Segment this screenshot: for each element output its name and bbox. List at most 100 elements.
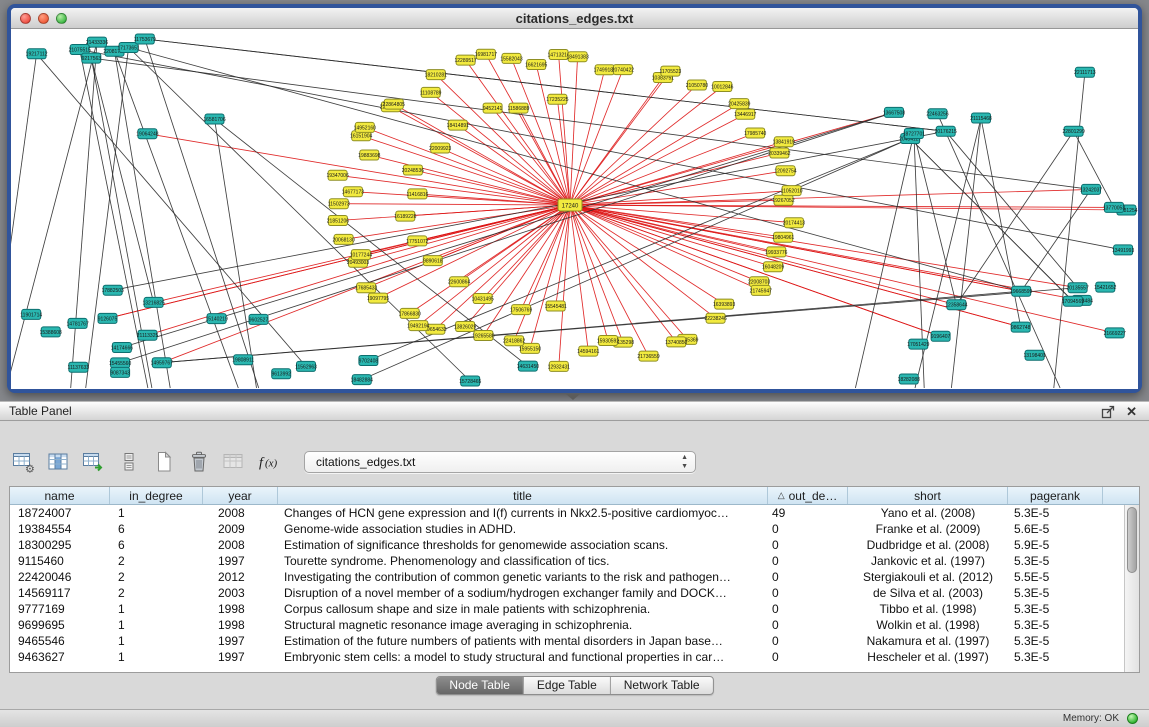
- graph-node[interactable]: 19267052: [772, 195, 794, 205]
- graph-node[interactable]: 22463256: [926, 109, 948, 119]
- graph-node[interactable]: 14677173: [342, 187, 364, 197]
- graph-node[interactable]: 9602527: [249, 314, 269, 324]
- graph-node[interactable]: 13740850: [665, 337, 687, 347]
- graph-node[interactable]: 14594161: [577, 346, 599, 356]
- graph-node[interactable]: 11137633: [68, 362, 90, 372]
- table-row[interactable]: 1456911722003Disruption of a novel membe…: [10, 585, 1124, 601]
- graph-node[interactable]: 21113325: [137, 330, 159, 340]
- new-document-icon[interactable]: [150, 450, 177, 475]
- table-row[interactable]: 969969511998Structural magnetic resonanc…: [10, 617, 1124, 633]
- graph-node[interactable]: 9890618: [423, 256, 443, 266]
- graph-node[interactable]: 17240: [558, 199, 582, 211]
- minimize-button[interactable]: [38, 13, 49, 24]
- function-fx-icon[interactable]: f(x): [255, 450, 282, 475]
- graph-node[interactable]: 19883698: [358, 150, 380, 160]
- graph-node[interactable]: 15728465: [459, 376, 481, 386]
- graph-node[interactable]: 13841919: [773, 137, 795, 147]
- graph-node[interactable]: 17751072: [406, 236, 428, 246]
- graph-node[interactable]: 18491383: [566, 52, 588, 62]
- graph-node[interactable]: 11108789: [420, 87, 442, 97]
- graph-node[interactable]: 19492194: [407, 321, 429, 331]
- network-canvas[interactable]: 2208172721433336171736511921711221075515…: [11, 29, 1138, 389]
- graph-node[interactable]: 9452141: [483, 103, 503, 113]
- graph-node[interactable]: 10012846: [711, 82, 733, 92]
- graph-node[interactable]: 11502973: [328, 199, 350, 209]
- table-scrollbar[interactable]: [1124, 505, 1139, 672]
- column-header-short[interactable]: short: [848, 487, 1008, 504]
- graph-node[interactable]: 15545481: [545, 301, 567, 311]
- graph-node[interactable]: 14781767: [66, 318, 88, 328]
- graph-node[interactable]: 19347006: [326, 170, 348, 180]
- graph-node[interactable]: 19265580: [472, 331, 494, 341]
- graph-node[interactable]: 13491993: [1112, 245, 1134, 255]
- graph-node[interactable]: 20174413: [783, 218, 805, 228]
- graph-node[interactable]: 20176215: [935, 126, 957, 136]
- table-row[interactable]: 911546021997Tourette syndrome. Phenomeno…: [10, 553, 1124, 569]
- graph-node[interactable]: 21669227: [1104, 328, 1126, 338]
- graph-node[interactable]: 11901714: [20, 309, 42, 319]
- graph-node[interactable]: 20339462: [768, 148, 790, 158]
- graph-node[interactable]: 15421652: [1094, 282, 1116, 292]
- table-selector-dropdown[interactable]: citations_edges.txt ▲▼: [304, 451, 696, 473]
- graph-node[interactable]: 18282088: [898, 374, 920, 384]
- graph-node[interactable]: 9087343: [110, 367, 130, 377]
- graph-node[interactable]: 14174666: [111, 343, 133, 353]
- graph-node[interactable]: 13446917: [734, 109, 756, 119]
- import-table-icon[interactable]: [80, 450, 107, 475]
- graph-node[interactable]: 19933776: [765, 247, 787, 257]
- scrollbar-thumb[interactable]: [1127, 507, 1137, 573]
- graph-node[interactable]: 19808911: [232, 355, 254, 365]
- graph-node[interactable]: 17685433: [355, 283, 377, 293]
- table-row[interactable]: 2242004622012Investigating the contribut…: [10, 569, 1124, 585]
- graph-node[interactable]: 11586889: [508, 103, 530, 113]
- graph-node[interactable]: 15582043: [500, 53, 522, 63]
- graph-node[interactable]: 20068130: [332, 234, 354, 244]
- graph-node[interactable]: 16189226: [394, 211, 416, 221]
- graph-node[interactable]: 22111713: [1074, 67, 1096, 77]
- table-row[interactable]: 1938455462009Genome-wide association stu…: [10, 521, 1124, 537]
- graph-node[interactable]: 11705523: [659, 66, 681, 76]
- graph-node[interactable]: 12932431: [548, 361, 570, 371]
- column-header-year[interactable]: year: [203, 487, 278, 504]
- graph-node[interactable]: 17051429: [907, 339, 929, 349]
- graph-node[interactable]: 20425839: [728, 99, 750, 109]
- column-header-name[interactable]: name: [10, 487, 110, 504]
- table-row[interactable]: 1872400712008Changes of HCN gene express…: [10, 505, 1124, 521]
- row-height-icon[interactable]: [115, 450, 142, 475]
- graph-node[interactable]: 22418862: [503, 336, 525, 346]
- table-row[interactable]: 946362711997Embryonic stem cells: a mode…: [10, 649, 1124, 665]
- graph-node[interactable]: 15388608: [40, 327, 62, 337]
- graph-node[interactable]: 17985740: [744, 128, 766, 138]
- graph-node[interactable]: 18482884: [351, 375, 373, 385]
- graph-node[interactable]: 10177244: [350, 250, 372, 260]
- tab-network-table[interactable]: Network Table: [611, 677, 713, 694]
- graph-node[interactable]: 22009923: [429, 143, 451, 153]
- graph-node[interactable]: 19804961: [772, 232, 794, 242]
- graph-node[interactable]: 21115468: [970, 113, 992, 123]
- graph-node[interactable]: 9217563: [82, 53, 102, 63]
- graph-node[interactable]: 13770053: [1103, 202, 1125, 212]
- graph-node[interactable]: 12289517: [454, 55, 476, 65]
- graph-node[interactable]: 9196407: [931, 331, 951, 341]
- graph-node[interactable]: 14631450: [517, 361, 539, 371]
- graph-node[interactable]: 17866830: [399, 308, 421, 318]
- graph-node[interactable]: 13667508: [883, 107, 905, 117]
- graph-node[interactable]: 18414891: [447, 120, 469, 130]
- close-button[interactable]: [20, 13, 31, 24]
- graph-node[interactable]: 22864805: [383, 99, 405, 109]
- graph-node[interactable]: 19064248: [136, 129, 158, 139]
- column-header-title[interactable]: title: [278, 487, 768, 504]
- graph-node[interactable]: 10431495: [472, 294, 494, 304]
- column-header-out_degree[interactable]: △out_de…: [768, 487, 848, 504]
- window-titlebar[interactable]: citations_edges.txt: [11, 8, 1138, 29]
- splitter-handle[interactable]: [566, 394, 580, 400]
- graph-node[interactable]: 22600864: [448, 277, 470, 287]
- table-settings-icon[interactable]: ⚙: [10, 450, 37, 475]
- graph-node[interactable]: 16048209: [762, 262, 784, 272]
- table-row[interactable]: 1830029562008Estimation of significance …: [10, 537, 1124, 553]
- column-header-pagerank[interactable]: pagerank: [1008, 487, 1103, 504]
- tab-edge-table[interactable]: Edge Table: [524, 677, 611, 694]
- graph-node[interactable]: 14959767: [151, 358, 173, 368]
- column-header-in_degree[interactable]: in_degree: [110, 487, 203, 504]
- graph-node[interactable]: 13198401: [1023, 350, 1045, 360]
